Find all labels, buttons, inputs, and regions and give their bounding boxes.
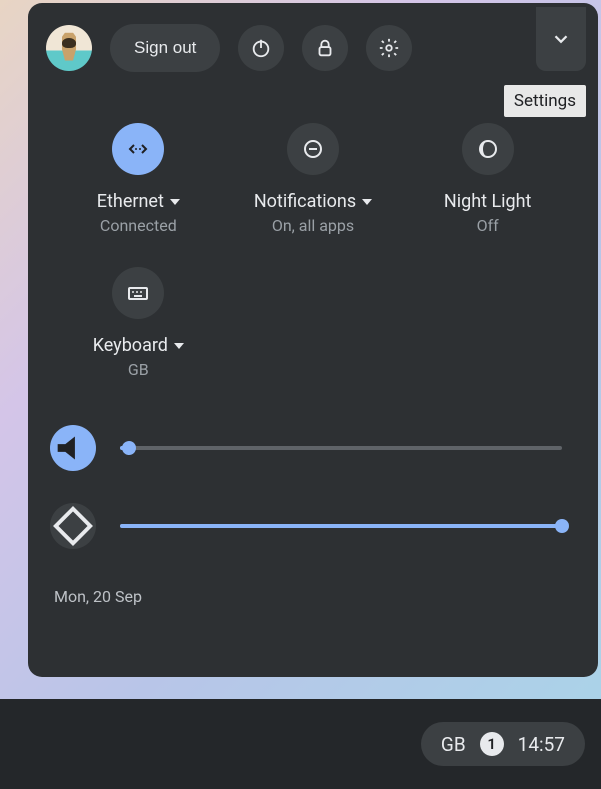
keyboard-label: Keyboard <box>93 335 168 356</box>
ime-indicator: GB <box>441 733 466 756</box>
tile-nightlight: Night Light Off <box>405 123 570 235</box>
ethernet-status: Connected <box>100 216 177 235</box>
keyboard-label-row[interactable]: Keyboard <box>93 335 184 356</box>
gear-icon <box>378 37 400 59</box>
header-row: Sign out Settings <box>46 21 580 75</box>
nightlight-label: Night Light <box>444 191 532 212</box>
brightness-button[interactable] <box>50 503 96 549</box>
shelf: GB 1 14:57 <box>0 699 601 789</box>
keyboard-icon <box>126 281 150 305</box>
night-light-icon <box>476 137 500 161</box>
volume-slider[interactable] <box>120 446 562 450</box>
volume-row <box>50 425 562 471</box>
ethernet-label-row[interactable]: Ethernet <box>97 191 180 212</box>
volume-icon <box>50 425 96 471</box>
caret-down-icon <box>170 199 180 205</box>
ethernet-label: Ethernet <box>97 191 164 212</box>
feature-tiles: Ethernet Connected Notifications On, all… <box>56 123 570 379</box>
collapse-button[interactable] <box>536 7 586 71</box>
ethernet-icon <box>126 137 150 161</box>
volume-button[interactable] <box>50 425 96 471</box>
date-text: Mon, 20 Sep <box>54 587 580 606</box>
brightness-fill <box>120 524 562 528</box>
notifications-toggle[interactable] <box>287 123 339 175</box>
brightness-row <box>50 503 562 549</box>
volume-thumb[interactable] <box>122 441 136 455</box>
nightlight-status: Off <box>477 216 499 235</box>
tile-notifications: Notifications On, all apps <box>231 123 396 235</box>
settings-button[interactable] <box>366 25 412 71</box>
brightness-slider[interactable] <box>120 524 562 528</box>
lock-icon <box>314 37 336 59</box>
clock: 14:57 <box>518 733 565 756</box>
do-not-disturb-icon <box>301 137 325 161</box>
tile-ethernet: Ethernet Connected <box>56 123 221 235</box>
notifications-label: Notifications <box>254 191 356 212</box>
status-area[interactable]: GB 1 14:57 <box>421 722 585 766</box>
keyboard-button[interactable] <box>112 267 164 319</box>
settings-tooltip: Settings <box>504 85 586 117</box>
notifications-status: On, all apps <box>272 216 354 235</box>
notifications-label-row[interactable]: Notifications <box>254 191 372 212</box>
power-icon <box>250 37 272 59</box>
avatar[interactable] <box>46 25 92 71</box>
tile-keyboard: Keyboard GB <box>56 267 221 379</box>
quick-settings-panel: Sign out Settings Ethernet Connected <box>28 3 598 677</box>
brightness-thumb[interactable] <box>555 519 569 533</box>
keyboard-status: GB <box>128 360 149 379</box>
nightlight-toggle[interactable] <box>462 123 514 175</box>
caret-down-icon <box>362 199 372 205</box>
caret-down-icon <box>174 343 184 349</box>
brightness-icon <box>50 503 96 549</box>
chevron-down-icon <box>550 28 572 50</box>
lock-button[interactable] <box>302 25 348 71</box>
sign-out-button[interactable]: Sign out <box>110 24 220 72</box>
notification-count-badge: 1 <box>480 732 504 756</box>
nightlight-label-row[interactable]: Night Light <box>444 191 532 212</box>
ethernet-toggle[interactable] <box>112 123 164 175</box>
power-button[interactable] <box>238 25 284 71</box>
